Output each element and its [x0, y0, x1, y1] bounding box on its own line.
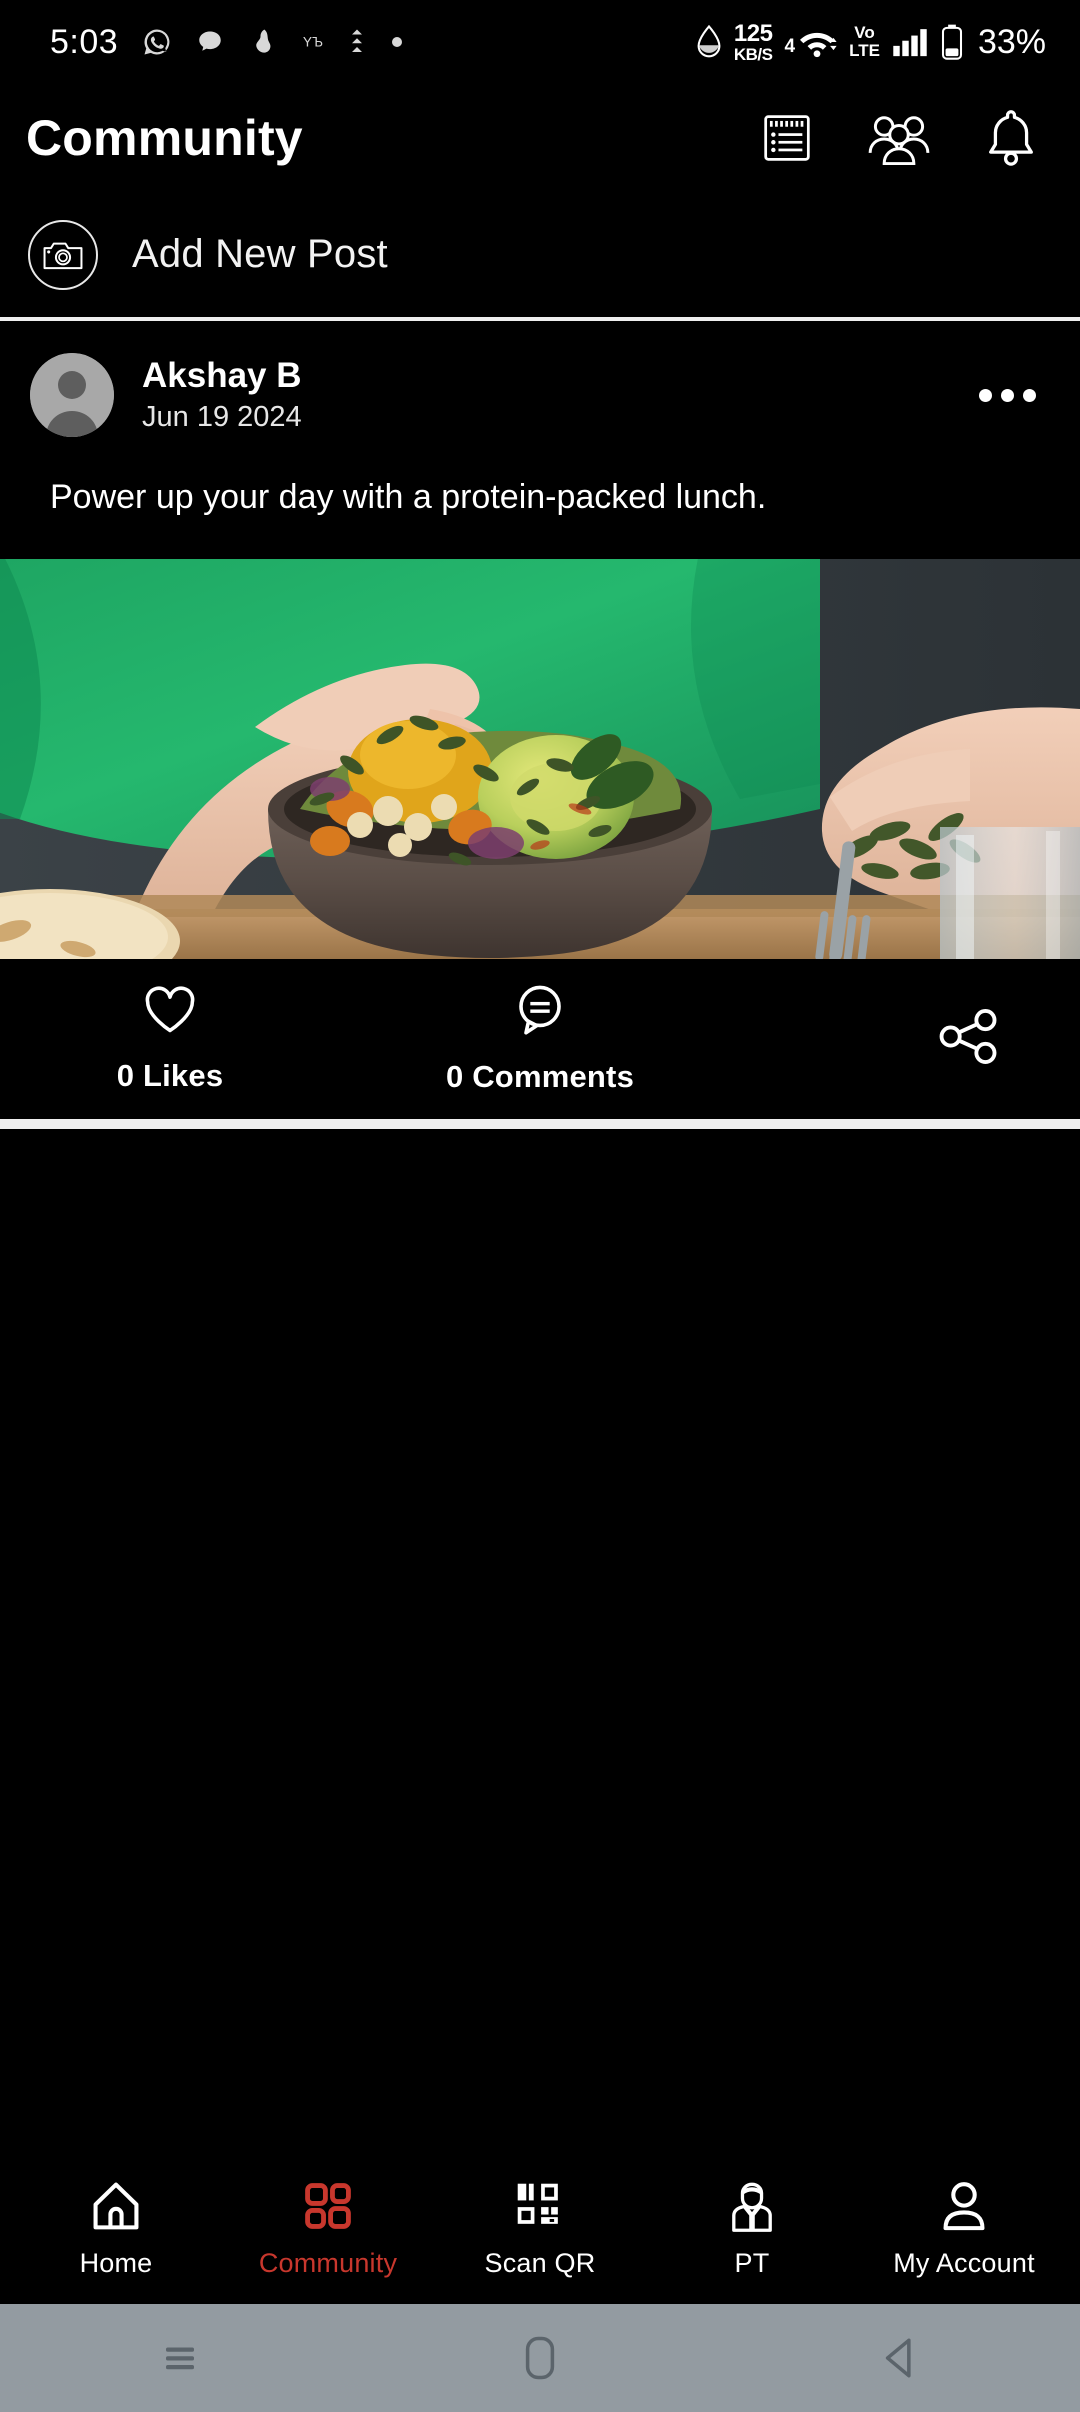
camera-icon [28, 219, 98, 290]
post-image[interactable] [0, 559, 1080, 960]
nav-item-community[interactable]: Community [228, 2178, 428, 2279]
volte-icon: Vo LTE [849, 24, 880, 60]
dot-icon [390, 35, 404, 49]
battery-percent-label: 33% [977, 22, 1046, 61]
battery-icon [940, 24, 964, 60]
status-bar-left: 5:03 YЪ [50, 23, 404, 62]
water-drop-icon [696, 25, 722, 59]
people-group-icon[interactable] [866, 105, 932, 171]
post-author-name: Akshay B [142, 356, 302, 395]
wifi-generation-label: 4 [784, 36, 796, 57]
likes-count-label: 0 Likes [116, 1057, 224, 1093]
nav-label-home: Home [79, 2247, 153, 2278]
yl-icon: YЪ [302, 31, 324, 53]
page-title: Community [26, 110, 303, 166]
android-system-nav [0, 2304, 1080, 2412]
comments-count-label: 0 Comments [445, 1058, 635, 1094]
bottom-navigation: Home Community Scan QR PT My Account [0, 2152, 1080, 2304]
feed-empty-area [0, 1129, 1080, 2152]
user-account-icon [940, 2178, 988, 2234]
home-icon [90, 2178, 142, 2234]
add-new-post-label: Add New Post [132, 232, 388, 276]
share-button[interactable] [938, 1008, 1000, 1071]
download-arrows-icon [348, 27, 366, 57]
status-bar: 5:03 YЪ 125 KB/S 4 Vo LTE 33% [0, 0, 1080, 84]
network-speed-indicator: 125 KB/S [733, 19, 773, 64]
nav-label-pt: PT [734, 2247, 770, 2278]
heart-outline-icon [143, 985, 197, 1040]
status-bar-clock: 5:03 [50, 22, 119, 61]
grid-squares-icon [302, 2178, 354, 2234]
comment-button[interactable]: 0 Comments [340, 984, 740, 1095]
notification-blob-icon [248, 27, 278, 57]
wifi-icon: 4 [785, 25, 838, 59]
volte-bottom-label: LTE [849, 41, 880, 60]
svg-text:YЪ: YЪ [303, 35, 323, 50]
nav-item-pt[interactable]: PT [652, 2178, 852, 2279]
status-bar-right: 125 KB/S 4 Vo LTE 33% [696, 19, 1046, 64]
add-new-post-button[interactable]: Add New Post [0, 192, 1080, 317]
signal-bars-icon [892, 26, 928, 58]
back-triangle-icon[interactable] [825, 2304, 975, 2412]
post-engagement-bar: 0 Likes 0 Comments [0, 959, 1080, 1120]
header-actions [754, 105, 1044, 171]
bell-icon[interactable] [978, 105, 1044, 171]
chat-bubble-icon [196, 28, 224, 56]
nav-label-scan-qr: Scan QR [484, 2247, 596, 2278]
volte-top-label: Vo [854, 23, 875, 43]
whatsapp-icon [142, 27, 172, 57]
nav-item-my-account[interactable]: My Account [864, 2178, 1064, 2279]
nav-item-scan-qr[interactable]: Scan QR [440, 2178, 640, 2279]
post-author-block: Akshay B Jun 19 2024 [142, 358, 941, 432]
nav-item-home[interactable]: Home [16, 2178, 216, 2279]
notepad-list-icon[interactable] [754, 105, 820, 171]
like-button[interactable]: 0 Likes [0, 985, 340, 1094]
trainer-person-icon [729, 2178, 775, 2234]
avatar[interactable] [30, 353, 114, 437]
comment-bubble-icon [513, 984, 567, 1041]
nav-label-my-account: My Account [893, 2247, 1035, 2278]
app-header: Community [0, 84, 1080, 192]
recents-menu-icon[interactable] [105, 2304, 255, 2412]
post-divider [0, 1119, 1080, 1130]
phone-screen: 5:03 YЪ 125 KB/S 4 Vo LTE 33% Community … [0, 0, 1080, 2412]
post-date: Jun 19 2024 [142, 401, 302, 433]
post-header: Akshay B Jun 19 2024 [0, 321, 1080, 469]
post-card: Akshay B Jun 19 2024 Power up your day w… [0, 321, 1080, 1120]
post-body-text: Power up your day with a protein-packed … [50, 478, 767, 516]
network-speed-unit: KB/S [733, 44, 773, 64]
share-icon [938, 1009, 1000, 1070]
more-options-icon[interactable] [969, 371, 1046, 420]
network-speed-value: 125 [733, 19, 773, 47]
qr-code-icon [514, 2178, 566, 2234]
nav-label-community: Community [258, 2247, 398, 2278]
home-pill-icon[interactable] [465, 2304, 615, 2412]
